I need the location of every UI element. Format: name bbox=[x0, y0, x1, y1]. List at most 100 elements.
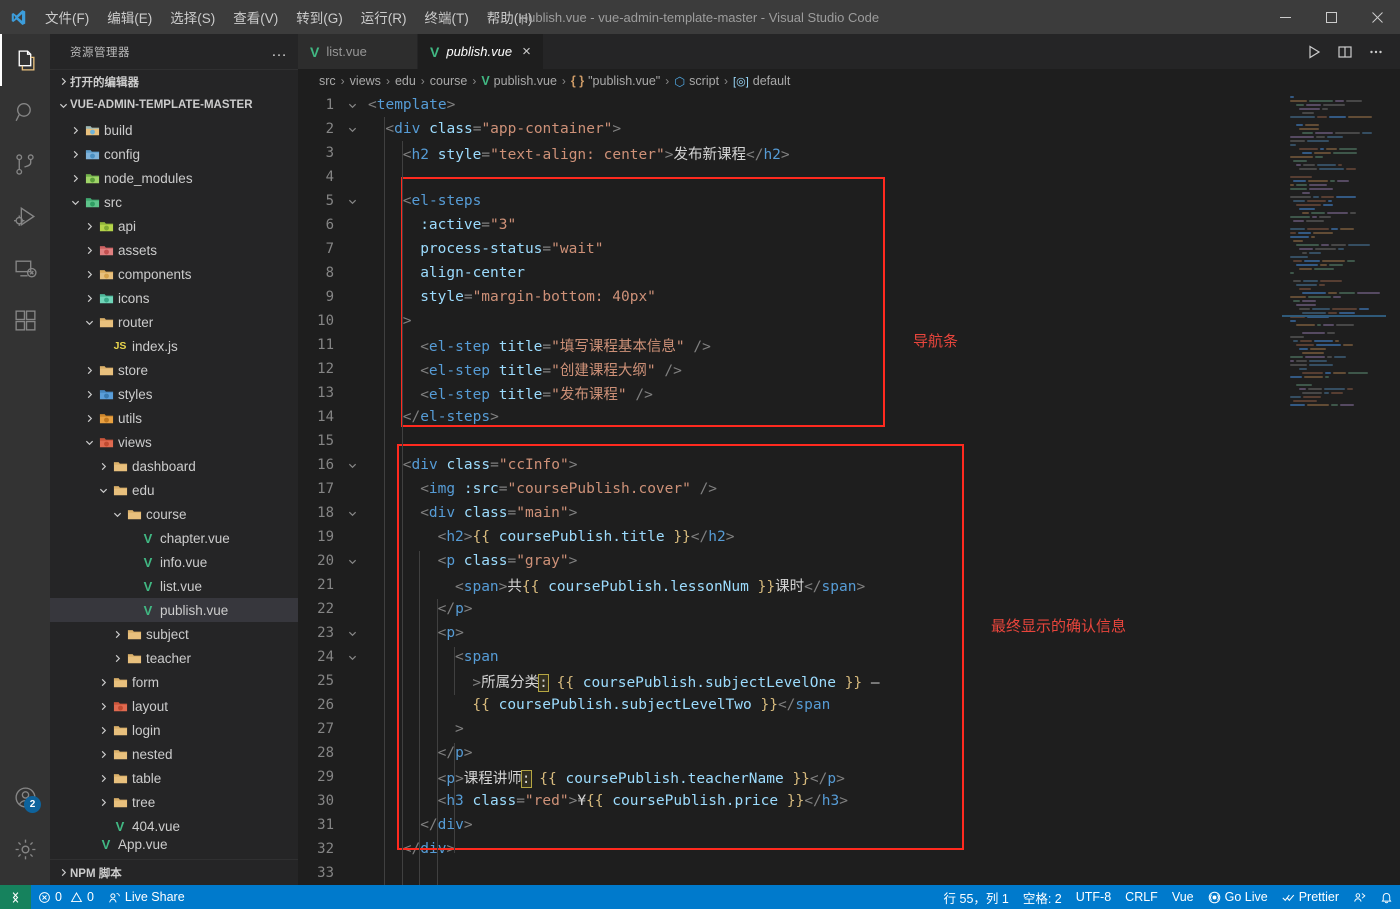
breadcrumb-item-publishvue[interactable]: { } "publish.vue" bbox=[571, 74, 660, 88]
fold-chevron-down-icon[interactable] bbox=[344, 197, 360, 206]
live-share-status[interactable]: Live Share bbox=[101, 885, 192, 909]
chevron-right-icon[interactable] bbox=[82, 294, 96, 303]
problems-status[interactable]: 0 0 bbox=[31, 885, 101, 909]
feedback-icon[interactable] bbox=[1346, 885, 1373, 909]
menu-help[interactable]: 帮助(H) bbox=[478, 0, 542, 34]
code-line[interactable]: 3 <h2 style="text-align: center">发布新课程</h… bbox=[298, 141, 1282, 165]
prettier-status[interactable]: Prettier bbox=[1275, 885, 1346, 909]
chevron-right-icon[interactable] bbox=[110, 654, 124, 663]
explorer-icon[interactable] bbox=[0, 34, 50, 86]
tree-item-info-vue[interactable]: Vinfo.vue bbox=[50, 550, 298, 574]
chevron-down-icon[interactable] bbox=[96, 486, 110, 495]
tree-item-course[interactable]: course bbox=[50, 502, 298, 526]
code-line[interactable]: 7 process-status="wait" bbox=[298, 237, 1282, 261]
code-line[interactable]: 28 </p> bbox=[298, 741, 1282, 765]
split-editor-icon[interactable] bbox=[1331, 38, 1359, 66]
code-line[interactable]: 8 align-center bbox=[298, 261, 1282, 285]
tree-item-config[interactable]: config bbox=[50, 142, 298, 166]
minimize-button[interactable] bbox=[1262, 0, 1308, 34]
code-line[interactable]: 9 style="margin-bottom: 40px" bbox=[298, 285, 1282, 309]
code-line[interactable]: 14 </el-steps> bbox=[298, 405, 1282, 429]
menu-go[interactable]: 转到(G) bbox=[287, 0, 352, 34]
chevron-right-icon[interactable] bbox=[68, 174, 82, 183]
tree-item-login[interactable]: login bbox=[50, 718, 298, 742]
tree-item-src[interactable]: src bbox=[50, 190, 298, 214]
chevron-down-icon[interactable] bbox=[68, 198, 82, 207]
code-line[interactable]: 31 </div> bbox=[298, 813, 1282, 837]
go-live-status[interactable]: Go Live bbox=[1201, 885, 1275, 909]
code-line[interactable]: 1 <template> bbox=[298, 93, 1282, 117]
tree-item-assets[interactable]: assets bbox=[50, 238, 298, 262]
code-line[interactable]: 21 <span>共{{ coursePublish.lessonNum }}课时… bbox=[298, 573, 1282, 597]
tree-item-index-js[interactable]: JS index.js bbox=[50, 334, 298, 358]
account-icon[interactable]: 2 bbox=[0, 771, 50, 823]
tree-item-app-vue[interactable]: V App.vue bbox=[50, 837, 298, 852]
breadcrumb-item-src[interactable]: src bbox=[319, 74, 336, 88]
chevron-right-icon[interactable] bbox=[82, 366, 96, 375]
tree-item-list-vue[interactable]: Vlist.vue bbox=[50, 574, 298, 598]
breadcrumb-item-course[interactable]: course bbox=[430, 74, 468, 88]
run-icon[interactable] bbox=[1300, 38, 1328, 66]
eol-status[interactable]: CRLF bbox=[1118, 885, 1165, 909]
tree-item-styles[interactable]: styles bbox=[50, 382, 298, 406]
chevron-right-icon[interactable] bbox=[82, 414, 96, 423]
tree-item-tree[interactable]: tree bbox=[50, 790, 298, 814]
code-line[interactable]: 13 <el-step title="发布课程" /> bbox=[298, 381, 1282, 405]
code-line[interactable]: 33 bbox=[298, 861, 1282, 885]
chevron-right-icon[interactable] bbox=[96, 678, 110, 687]
tree-item-store[interactable]: store bbox=[50, 358, 298, 382]
menu-bar[interactable]: 文件(F) 编辑(E) 选择(S) 查看(V) 转到(G) 运行(R) 终端(T… bbox=[36, 0, 542, 34]
remote-window-icon[interactable] bbox=[0, 885, 31, 909]
chevron-right-icon[interactable] bbox=[96, 726, 110, 735]
tree-item-icons[interactable]: icons bbox=[50, 286, 298, 310]
menu-selection[interactable]: 选择(S) bbox=[161, 0, 224, 34]
cursor-position-status[interactable]: 行 55，列 1 bbox=[937, 885, 1016, 909]
code-line[interactable]: 6:active="3" bbox=[298, 213, 1282, 237]
code-line[interactable]: 17 <img :src="coursePublish.cover" /> bbox=[298, 477, 1282, 501]
window-controls[interactable] bbox=[1262, 0, 1400, 34]
fold-chevron-down-icon[interactable] bbox=[344, 653, 360, 662]
tree-item-table[interactable]: table bbox=[50, 766, 298, 790]
breadcrumb-item-default[interactable]: [◎] default bbox=[733, 74, 790, 88]
code-line[interactable]: 5 <el-steps bbox=[298, 189, 1282, 213]
code-line[interactable]: 27 > bbox=[298, 717, 1282, 741]
code-line[interactable]: 32 </div> bbox=[298, 837, 1282, 861]
tree-item-utils[interactable]: utils bbox=[50, 406, 298, 430]
npm-scripts-section[interactable]: NPM 脚本 bbox=[50, 859, 298, 885]
tree-item-edu[interactable]: edu bbox=[50, 478, 298, 502]
breadcrumb-item-edu[interactable]: edu bbox=[395, 74, 416, 88]
code-line[interactable]: 10 > bbox=[298, 309, 1282, 333]
tab-list-vue[interactable]: V list.vue bbox=[298, 34, 418, 69]
chevron-right-icon[interactable] bbox=[82, 390, 96, 399]
chevron-right-icon[interactable] bbox=[110, 630, 124, 639]
tree-item-components[interactable]: components bbox=[50, 262, 298, 286]
tree-item-node-modules[interactable]: node_modules bbox=[50, 166, 298, 190]
minimap[interactable] bbox=[1282, 93, 1386, 885]
tree-item-router[interactable]: router bbox=[50, 310, 298, 334]
code-line[interactable]: 15 bbox=[298, 429, 1282, 453]
code-line[interactable]: 24 <span bbox=[298, 645, 1282, 669]
tree-item-teacher[interactable]: teacher bbox=[50, 646, 298, 670]
chevron-right-icon[interactable] bbox=[96, 798, 110, 807]
overview-ruler[interactable] bbox=[1386, 93, 1400, 885]
code-editor[interactable]: 1 <template> 2 <div class="app-container"… bbox=[298, 93, 1400, 885]
chevron-right-icon[interactable] bbox=[96, 702, 110, 711]
chevron-right-icon[interactable] bbox=[96, 774, 110, 783]
tree-item-publish-vue[interactable]: Vpublish.vue bbox=[50, 598, 298, 622]
menu-terminal[interactable]: 终端(T) bbox=[416, 0, 478, 34]
indentation-status[interactable]: 空格: 2 bbox=[1016, 885, 1069, 909]
fold-chevron-down-icon[interactable] bbox=[344, 557, 360, 566]
search-icon[interactable] bbox=[0, 86, 50, 138]
sidebar-more-actions-icon[interactable]: … bbox=[271, 43, 288, 59]
code-line[interactable]: 22 </p> bbox=[298, 597, 1282, 621]
tree-item-chapter-vue[interactable]: Vchapter.vue bbox=[50, 526, 298, 550]
tab-publish-vue[interactable]: V publish.vue × bbox=[418, 34, 544, 69]
code-line[interactable]: 19 <h2>{{ coursePublish.title }}</h2> bbox=[298, 525, 1282, 549]
tree-item-dashboard[interactable]: dashboard bbox=[50, 454, 298, 478]
code-line[interactable]: 18 <div class="main"> bbox=[298, 501, 1282, 525]
code-line[interactable]: 2 <div class="app-container"> bbox=[298, 117, 1282, 141]
tree-item-nested[interactable]: nested bbox=[50, 742, 298, 766]
code-line[interactable]: 20 <p class="gray"> bbox=[298, 549, 1282, 573]
more-actions-icon[interactable] bbox=[1362, 38, 1390, 66]
tree-item-api[interactable]: api bbox=[50, 214, 298, 238]
